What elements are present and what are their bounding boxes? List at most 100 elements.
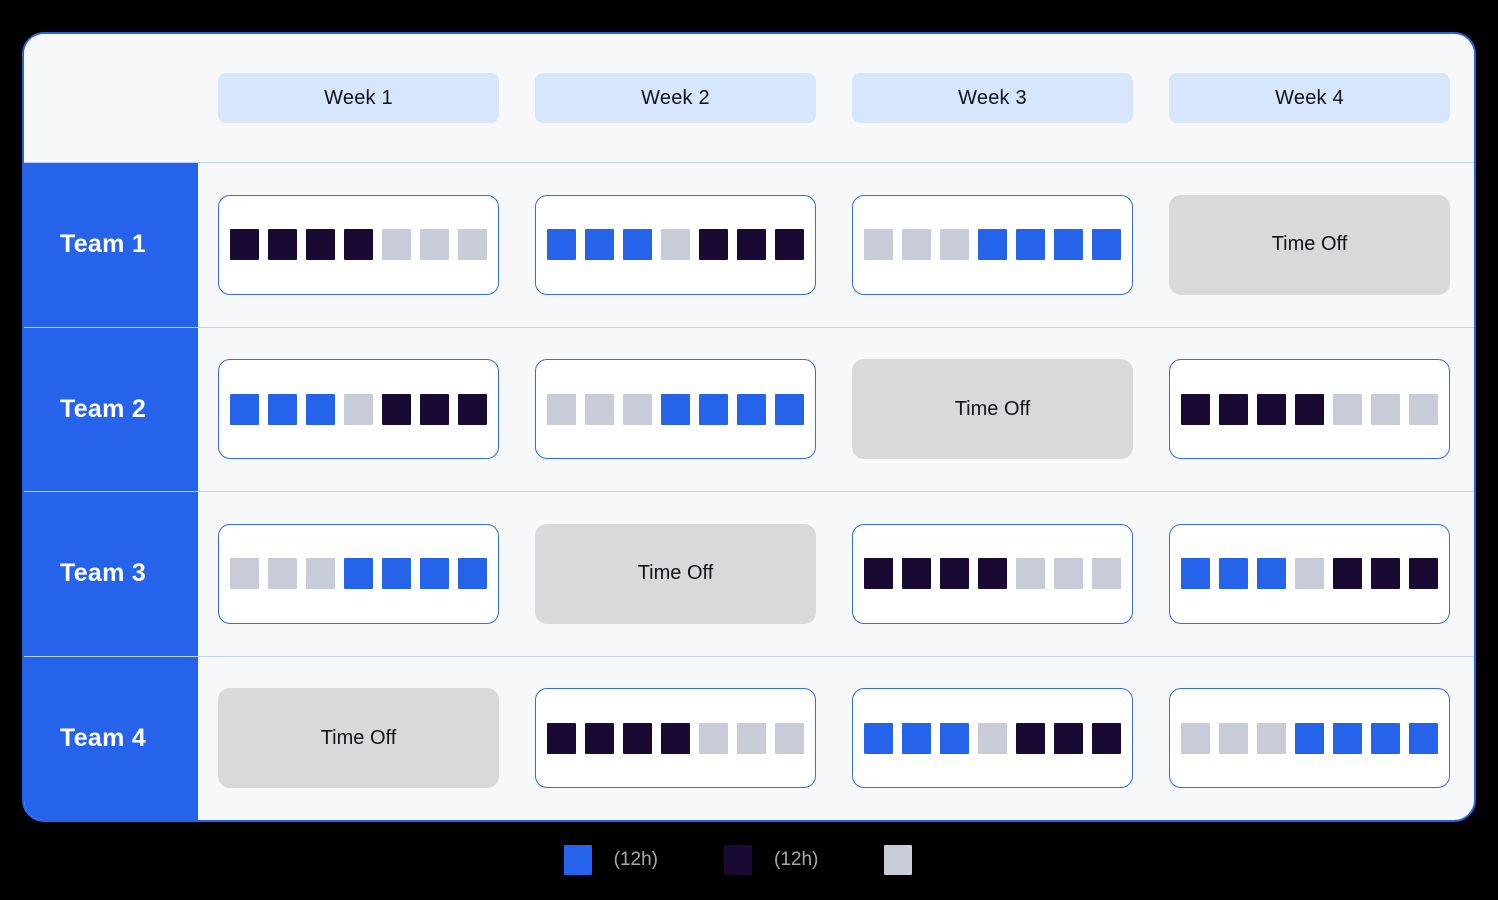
shift-day-3-day[interactable]: [306, 393, 335, 425]
shift-day-4-off[interactable]: [978, 722, 1007, 754]
shift-day-1-night[interactable]: [547, 722, 576, 754]
shift-day-5-off[interactable]: [1016, 558, 1045, 590]
shift-day-1-off[interactable]: [547, 393, 576, 425]
shift-day-3-day[interactable]: [623, 229, 652, 261]
time-off-block[interactable]: Time Off: [852, 359, 1133, 460]
shift-day-2-day[interactable]: [902, 722, 931, 754]
shift-day-5-off[interactable]: [382, 229, 411, 261]
shift-day-2-off[interactable]: [268, 558, 297, 590]
shift-day-7-off[interactable]: [458, 229, 487, 261]
shift-day-7-day[interactable]: [1092, 229, 1121, 261]
shift-day-6-night[interactable]: [420, 393, 449, 425]
team-label-2[interactable]: Team 2: [24, 327, 198, 491]
shift-day-3-night[interactable]: [1257, 393, 1286, 425]
shift-day-2-night[interactable]: [902, 558, 931, 590]
shift-day-5-day[interactable]: [1333, 722, 1362, 754]
shift-day-1-night[interactable]: [230, 229, 259, 261]
shift-day-4-day[interactable]: [344, 558, 373, 590]
shift-day-7-day[interactable]: [775, 393, 804, 425]
shift-day-6-day[interactable]: [1371, 722, 1400, 754]
shift-day-4-day[interactable]: [978, 229, 1007, 261]
shift-week-block[interactable]: [1169, 359, 1450, 460]
shift-day-3-day[interactable]: [940, 722, 969, 754]
shift-day-4-day[interactable]: [661, 393, 690, 425]
shift-day-3-off[interactable]: [940, 229, 969, 261]
shift-day-1-night[interactable]: [864, 558, 893, 590]
shift-day-2-day[interactable]: [585, 229, 614, 261]
shift-day-4-night[interactable]: [1295, 393, 1324, 425]
team-label-3[interactable]: Team 3: [24, 492, 198, 656]
shift-week-block[interactable]: [218, 359, 499, 460]
shift-day-4-off[interactable]: [1295, 558, 1324, 590]
shift-week-block[interactable]: [1169, 523, 1450, 624]
shift-day-3-off[interactable]: [306, 558, 335, 590]
shift-day-6-off[interactable]: [1371, 393, 1400, 425]
shift-day-1-off[interactable]: [864, 229, 893, 261]
shift-day-6-off[interactable]: [420, 229, 449, 261]
shift-day-5-night[interactable]: [699, 229, 728, 261]
time-off-block[interactable]: Time Off: [535, 523, 816, 624]
week-tab-3[interactable]: Week 3: [852, 73, 1133, 123]
shift-day-6-day[interactable]: [737, 393, 766, 425]
shift-day-1-day[interactable]: [864, 722, 893, 754]
shift-day-5-off[interactable]: [1333, 393, 1362, 425]
shift-day-6-night[interactable]: [737, 229, 766, 261]
shift-day-1-off[interactable]: [1181, 722, 1210, 754]
shift-day-2-night[interactable]: [1219, 393, 1248, 425]
shift-day-6-night[interactable]: [1371, 558, 1400, 590]
shift-day-3-night[interactable]: [623, 722, 652, 754]
shift-day-4-off[interactable]: [661, 229, 690, 261]
time-off-block[interactable]: Time Off: [1169, 194, 1450, 295]
shift-day-4-night[interactable]: [978, 558, 1007, 590]
shift-day-5-day[interactable]: [1016, 229, 1045, 261]
shift-week-block[interactable]: [852, 688, 1133, 789]
shift-day-2-off[interactable]: [902, 229, 931, 261]
week-tab-2[interactable]: Week 2: [535, 73, 816, 123]
shift-day-5-day[interactable]: [382, 558, 411, 590]
shift-day-7-night[interactable]: [775, 229, 804, 261]
shift-day-7-night[interactable]: [458, 393, 487, 425]
shift-day-1-day[interactable]: [1181, 558, 1210, 590]
shift-week-block[interactable]: [852, 523, 1133, 624]
shift-day-7-day[interactable]: [1409, 722, 1438, 754]
shift-day-2-night[interactable]: [268, 229, 297, 261]
shift-day-5-day[interactable]: [699, 393, 728, 425]
shift-week-block[interactable]: [535, 688, 816, 789]
week-tab-4[interactable]: Week 4: [1169, 73, 1450, 123]
shift-day-6-night[interactable]: [1054, 722, 1083, 754]
shift-day-3-off[interactable]: [1257, 722, 1286, 754]
shift-day-3-day[interactable]: [1257, 558, 1286, 590]
shift-day-2-off[interactable]: [585, 393, 614, 425]
shift-week-block[interactable]: [1169, 688, 1450, 789]
shift-day-5-night[interactable]: [1016, 722, 1045, 754]
shift-day-1-day[interactable]: [230, 393, 259, 425]
shift-week-block[interactable]: [218, 523, 499, 624]
shift-day-1-day[interactable]: [547, 229, 576, 261]
shift-week-block[interactable]: [535, 359, 816, 460]
shift-day-6-day[interactable]: [1054, 229, 1083, 261]
shift-day-6-off[interactable]: [737, 722, 766, 754]
shift-day-4-off[interactable]: [344, 393, 373, 425]
shift-day-6-off[interactable]: [1054, 558, 1083, 590]
team-label-4[interactable]: Team 4: [24, 656, 198, 820]
shift-day-1-off[interactable]: [230, 558, 259, 590]
shift-week-block[interactable]: [218, 194, 499, 295]
shift-day-7-night[interactable]: [1092, 722, 1121, 754]
shift-day-7-night[interactable]: [1409, 558, 1438, 590]
shift-day-1-night[interactable]: [1181, 393, 1210, 425]
shift-day-2-off[interactable]: [1219, 722, 1248, 754]
shift-day-5-off[interactable]: [699, 722, 728, 754]
shift-day-7-off[interactable]: [775, 722, 804, 754]
time-off-block[interactable]: Time Off: [218, 688, 499, 789]
shift-day-7-off[interactable]: [1092, 558, 1121, 590]
shift-day-6-day[interactable]: [420, 558, 449, 590]
shift-day-4-night[interactable]: [661, 722, 690, 754]
shift-day-4-night[interactable]: [344, 229, 373, 261]
team-label-1[interactable]: Team 1: [24, 163, 198, 327]
shift-day-7-off[interactable]: [1409, 393, 1438, 425]
shift-day-2-day[interactable]: [268, 393, 297, 425]
shift-day-7-day[interactable]: [458, 558, 487, 590]
shift-day-3-night[interactable]: [940, 558, 969, 590]
shift-day-3-off[interactable]: [623, 393, 652, 425]
week-tab-1[interactable]: Week 1: [218, 73, 499, 123]
